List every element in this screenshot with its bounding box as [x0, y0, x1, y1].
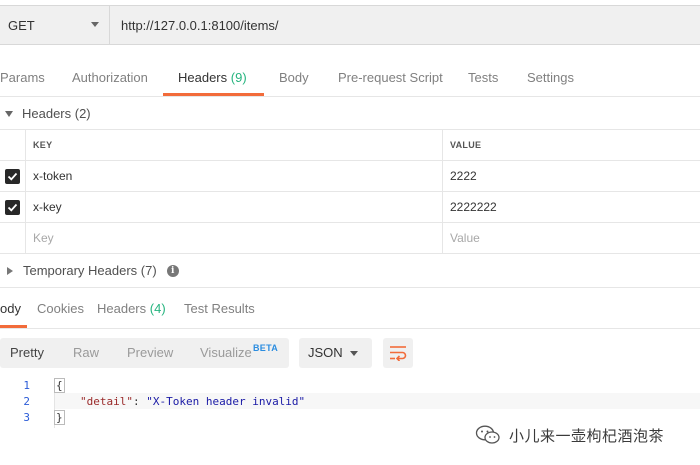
header-value-input[interactable]: 2222222: [444, 192, 700, 222]
tab-label: Authorization: [72, 70, 148, 85]
format-selected: JSON: [308, 345, 343, 360]
header-enabled-checkbox[interactable]: [5, 169, 20, 184]
wechat-icon: [475, 425, 500, 444]
chevron-down-icon: [91, 22, 99, 27]
line-number: 2: [23, 395, 30, 408]
method-label: GET: [8, 17, 35, 33]
table-row-new: Key Value: [0, 223, 700, 254]
wrap-lines-button[interactable]: [383, 338, 413, 368]
table-row: x-token 2222: [0, 161, 700, 192]
line-number: 3: [23, 411, 30, 424]
tab-response-body[interactable]: ody: [0, 288, 21, 330]
code-text: "detail": "X-Token header invalid": [80, 394, 305, 410]
view-pretty-button[interactable]: Pretty: [10, 338, 44, 368]
value-column-header: VALUE: [450, 140, 482, 150]
tab-response-headers[interactable]: Headers (4): [97, 288, 166, 330]
watermark-text: 小儿来一壶枸杞酒泡茶: [509, 426, 665, 445]
code-line: 1 {: [0, 378, 700, 394]
request-tabs: Params Authorization Headers (9) Body Pr…: [0, 59, 700, 97]
tab-cookies[interactable]: Cookies: [37, 288, 84, 330]
wrap-lines-icon: [390, 346, 407, 361]
url-bar: GET http://127.0.0.1:8100/items/: [0, 5, 700, 45]
tab-count: (9): [230, 70, 247, 85]
caret-right-icon: [7, 267, 13, 275]
view-preview-button[interactable]: Preview: [127, 338, 173, 368]
tab-label: Test Results: [184, 301, 255, 316]
tab-count: (4): [149, 301, 166, 316]
check-icon: [7, 172, 18, 181]
json-key: "detail": [80, 395, 133, 408]
response-body-editor[interactable]: 1 { 2 "detail": "X-Token header invalid"…: [0, 378, 700, 428]
tab-tests[interactable]: Tests: [468, 59, 498, 96]
tab-label: Cookies: [37, 301, 84, 316]
open-brace: {: [54, 378, 65, 393]
tab-label: Settings: [527, 70, 574, 85]
check-icon: [7, 203, 18, 212]
view-mode-group: Pretty Raw Preview Visualize BETA: [0, 338, 289, 368]
new-header-key-input[interactable]: Key: [27, 223, 443, 253]
header-key-input[interactable]: x-key: [27, 192, 443, 222]
table-row: x-key 2222222: [0, 192, 700, 223]
checkbox-column-header: [0, 130, 26, 160]
view-raw-button[interactable]: Raw: [73, 338, 99, 368]
tab-test-results[interactable]: Test Results: [184, 288, 255, 330]
tab-headers[interactable]: Headers (9): [178, 59, 247, 96]
json-string-value: "X-Token header invalid": [146, 395, 306, 408]
tab-label: Tests: [468, 70, 499, 85]
response-tabs: ody Cookies Headers (4) Test Results: [0, 287, 700, 329]
temporary-headers-toggle[interactable]: Temporary Headers (7) i: [0, 255, 179, 287]
close-brace: }: [54, 410, 65, 425]
tab-pre-request-script[interactable]: Pre-request Script: [338, 59, 443, 96]
url-text: http://127.0.0.1:8100/items/: [121, 17, 279, 33]
tab-params[interactable]: Params: [0, 59, 45, 96]
new-header-value-input[interactable]: Value: [444, 223, 700, 253]
headers-table: KEY VALUE x-token 2222 x-key 2222222 Key…: [0, 129, 700, 254]
table-header-row: KEY VALUE: [0, 130, 700, 161]
checkbox-cell: [0, 161, 26, 191]
temporary-headers-title: Temporary Headers (7): [23, 263, 157, 278]
active-tab-indicator: [163, 93, 264, 96]
key-column-header: KEY: [27, 130, 443, 160]
format-select[interactable]: JSON: [299, 338, 372, 368]
tab-body[interactable]: Body: [279, 59, 309, 96]
header-value-input[interactable]: 2222: [444, 161, 700, 191]
tab-label: Body: [279, 70, 309, 85]
info-icon[interactable]: i: [166, 265, 179, 277]
chevron-down-icon: [350, 351, 358, 356]
json-colon: :: [132, 395, 147, 408]
tab-label: Params: [0, 70, 45, 85]
headers-section-toggle[interactable]: Headers (2): [0, 98, 91, 130]
header-key-input[interactable]: x-token: [27, 161, 443, 191]
checkbox-cell: [0, 192, 26, 222]
code-text: }: [54, 410, 65, 426]
code-text: {: [54, 378, 65, 394]
header-enabled-checkbox[interactable]: [5, 200, 20, 215]
beta-badge: BETA: [253, 343, 279, 353]
tab-settings[interactable]: Settings: [527, 59, 574, 96]
headers-section-title: Headers (2): [22, 106, 91, 121]
tab-authorization[interactable]: Authorization: [72, 59, 148, 96]
view-visualize-button[interactable]: Visualize: [200, 338, 252, 368]
line-number: 1: [23, 379, 30, 392]
caret-down-icon: [5, 111, 13, 117]
tab-label: ody: [0, 301, 21, 316]
watermark: 小儿来一壶枸杞酒泡茶: [475, 425, 664, 445]
code-line: 2 "detail": "X-Token header invalid": [0, 394, 700, 410]
tab-label: Headers: [178, 70, 228, 85]
active-tab-indicator: [0, 325, 27, 328]
url-input[interactable]: http://127.0.0.1:8100/items/: [110, 6, 700, 44]
method-select[interactable]: GET: [0, 6, 110, 44]
tab-label: Headers: [97, 301, 147, 316]
checkbox-cell: [0, 223, 26, 253]
tab-label: Pre-request Script: [338, 70, 443, 85]
